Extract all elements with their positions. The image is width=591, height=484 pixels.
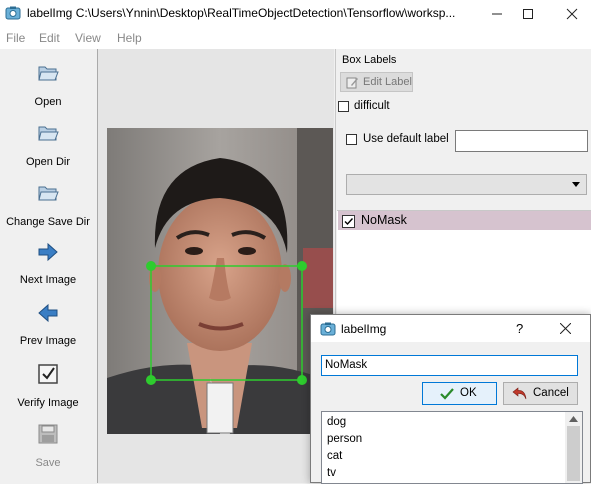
bbox-handle[interactable] — [297, 261, 307, 271]
toolbar: Open Open Dir Change Save Dir Next Image… — [0, 49, 96, 483]
title-bar: labelImg C:\Users\Ynnin\Desktop\RealTime… — [0, 0, 591, 27]
label-dropdown[interactable] — [346, 174, 587, 195]
box-labels-title: Box Labels — [342, 54, 397, 66]
ok-button[interactable]: OK — [422, 382, 497, 405]
open-button[interactable]: Open — [0, 61, 96, 111]
dialog-title-bar: labelImg ? — [311, 315, 590, 342]
edit-label-button[interactable]: Edit Label — [340, 72, 413, 92]
labelimg-app-icon — [320, 322, 336, 336]
chevron-down-icon — [572, 182, 580, 187]
label-dialog: labelImg ? NoMask OK Cancel dog person c… — [310, 314, 591, 484]
menu-file[interactable]: File — [6, 31, 25, 45]
maximize-icon — [523, 8, 533, 19]
nomask-checkbox[interactable] — [342, 215, 355, 228]
folder-open-icon — [38, 126, 59, 141]
folder-open-icon — [38, 66, 59, 81]
labelimg-app-icon — [5, 6, 21, 20]
menu-bar: File Edit View Help — [0, 27, 591, 49]
list-item[interactable]: dog — [327, 416, 346, 428]
chevron-up-icon[interactable] — [569, 416, 578, 422]
window-title: labelImg C:\Users\Ynnin\Desktop\RealTime… — [27, 6, 456, 20]
label-name-input[interactable]: NoMask — [321, 355, 578, 376]
difficult-label: difficult — [354, 100, 390, 112]
cancel-button[interactable]: Cancel — [503, 382, 578, 405]
open-dir-button[interactable]: Open Dir — [0, 121, 96, 171]
prev-image-label: Prev Image — [19, 335, 77, 347]
check-icon — [344, 218, 354, 226]
check-icon — [38, 364, 58, 384]
check-icon — [440, 388, 454, 400]
annotated-image[interactable] — [107, 128, 333, 434]
use-default-label-text: Use default label — [363, 133, 449, 145]
scrollbar-thumb[interactable] — [567, 426, 580, 481]
undo-icon — [512, 387, 527, 400]
edit-label-text: Edit Label — [363, 76, 412, 88]
arrow-left-icon — [38, 303, 58, 323]
change-save-dir-label: Change Save Dir — [6, 216, 90, 228]
list-scrollbar[interactable] — [565, 412, 582, 483]
list-item[interactable]: cat — [327, 450, 342, 462]
dialog-title: labelImg — [341, 322, 387, 336]
default-label-input[interactable] — [455, 130, 588, 152]
next-image-button[interactable]: Next Image — [0, 240, 96, 290]
verify-image-button[interactable]: Verify Image — [0, 362, 96, 412]
arrow-right-icon — [38, 242, 58, 262]
menu-edit[interactable]: Edit — [39, 31, 60, 45]
minimize-icon — [492, 13, 502, 14]
help-icon[interactable]: ? — [516, 321, 523, 336]
folder-open-icon — [38, 186, 59, 201]
menu-help[interactable]: Help — [117, 31, 142, 45]
prev-image-button[interactable]: Prev Image — [0, 301, 96, 351]
use-default-label-checkbox[interactable] — [346, 134, 357, 145]
close-button[interactable] — [552, 0, 591, 27]
list-item[interactable]: tv — [327, 467, 336, 479]
menu-view[interactable]: View — [75, 31, 101, 45]
maximize-button[interactable] — [508, 0, 548, 27]
bounding-box[interactable] — [107, 128, 333, 434]
bbox-handle[interactable] — [297, 375, 307, 385]
close-icon — [566, 8, 578, 19]
ok-label: OK — [460, 387, 477, 399]
next-image-label: Next Image — [19, 274, 77, 286]
change-save-dir-button[interactable]: Change Save Dir — [0, 181, 96, 231]
label-options-list[interactable]: dog person cat tv — [321, 411, 583, 484]
cancel-label: Cancel — [533, 387, 569, 399]
edit-icon — [346, 77, 358, 89]
save-button[interactable]: Save — [0, 422, 96, 472]
bbox-handle[interactable] — [146, 261, 156, 271]
verify-image-label: Verify Image — [17, 397, 79, 409]
list-item[interactable]: person — [327, 433, 362, 445]
difficult-checkbox[interactable] — [338, 101, 349, 112]
close-icon[interactable] — [560, 323, 571, 334]
save-label: Save — [35, 457, 61, 469]
open-dir-label: Open Dir — [25, 156, 71, 168]
label-name-value: NoMask — [325, 359, 368, 371]
open-label: Open — [34, 96, 62, 108]
bbox-handle[interactable] — [146, 375, 156, 385]
save-icon — [38, 424, 58, 444]
label-item-name: NoMask — [361, 213, 407, 227]
